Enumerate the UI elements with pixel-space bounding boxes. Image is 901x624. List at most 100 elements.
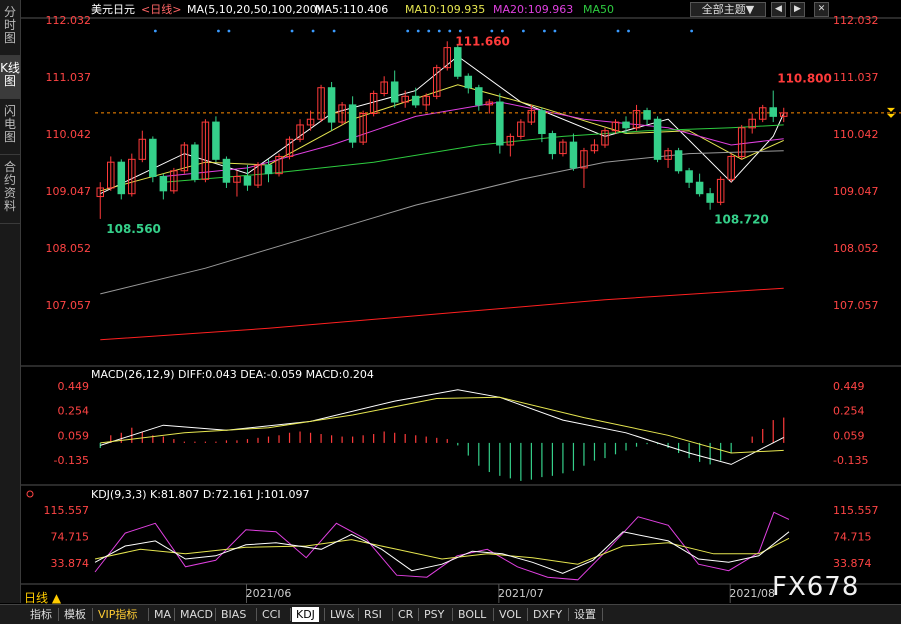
kdj-y-tick-left: 33.874 bbox=[51, 557, 90, 570]
indicator-tab-7[interactable]: KDJ bbox=[292, 607, 319, 622]
candle-body bbox=[411, 95, 420, 106]
candle-body bbox=[159, 176, 168, 192]
indicator-tab-13[interactable]: VOL bbox=[495, 607, 525, 622]
indicator-tab-12[interactable]: BOLL bbox=[454, 607, 490, 622]
kdj-panel bbox=[94, 511, 790, 581]
indicator-tabbar: 指标 模板 VIP指标 MA MACD BIAS CCI KDJ LW& RSI CR PSY BOLL… bbox=[0, 604, 901, 624]
indicator-tab-3[interactable]: MA bbox=[150, 607, 175, 622]
macd-diff-line bbox=[100, 389, 784, 465]
indicator-tab-11[interactable]: PSY bbox=[420, 607, 448, 622]
candle-body bbox=[390, 81, 399, 103]
close-button[interactable]: ✕ bbox=[814, 2, 829, 17]
candle-body bbox=[464, 75, 473, 89]
scroll-right-button[interactable]: ▶ bbox=[790, 2, 805, 17]
macd-y-tick-left: 0.449 bbox=[58, 380, 90, 393]
candle-body bbox=[348, 104, 357, 143]
kdj-settings-icon bbox=[26, 490, 34, 498]
macd-y-tick-right: 0.059 bbox=[833, 429, 865, 442]
macd-title: MACD(26,12,9) DIFF:0.043 DEA:-0.059 MACD… bbox=[91, 368, 374, 381]
side-tab-flash[interactable]: 闪电图 bbox=[0, 99, 20, 155]
indicator-tab-4[interactable]: MACD bbox=[176, 607, 217, 622]
ma-line-ma200 bbox=[100, 287, 784, 341]
candle-body bbox=[327, 87, 336, 123]
candle-body bbox=[212, 121, 220, 160]
tab-separator bbox=[418, 608, 419, 621]
signal-dot bbox=[311, 29, 315, 33]
candle-body bbox=[538, 110, 546, 135]
price-marker-icon bbox=[887, 113, 895, 118]
indicator-tab-2[interactable]: VIP指标 bbox=[94, 607, 141, 622]
macd-dea-line bbox=[100, 396, 784, 454]
macd-y-tick-right: 0.254 bbox=[833, 405, 865, 418]
candle-body bbox=[695, 181, 704, 195]
candle-body bbox=[653, 118, 662, 160]
indicator-tab-9[interactable]: RSI bbox=[360, 607, 386, 622]
signal-dot bbox=[448, 29, 452, 33]
side-tab-kline[interactable]: K线图 bbox=[0, 56, 20, 99]
candle-body bbox=[685, 170, 693, 183]
signal-dot bbox=[521, 29, 525, 33]
indicator-tab-10[interactable]: CR bbox=[394, 607, 417, 622]
indicator-tab-8[interactable]: LW& bbox=[326, 607, 359, 622]
y-tick-label-right: 107.057 bbox=[833, 299, 879, 312]
kdj-y-tick-right: 115.557 bbox=[833, 504, 879, 517]
tab-separator bbox=[452, 608, 453, 621]
extreme-price-label: 111.660 bbox=[455, 34, 510, 48]
tab-separator bbox=[602, 608, 603, 621]
signal-dot bbox=[416, 29, 420, 33]
macd-y-tick-left: -0.135 bbox=[54, 454, 89, 467]
y-tick-label-left: 109.047 bbox=[46, 185, 92, 198]
extreme-price-label: 108.560 bbox=[106, 222, 161, 236]
macd-y-tick-right: -0.135 bbox=[833, 454, 868, 467]
signal-dot bbox=[627, 29, 630, 33]
candle-body bbox=[117, 161, 126, 195]
signal-dot bbox=[427, 29, 431, 33]
signal-dot bbox=[406, 29, 410, 33]
tab-separator bbox=[92, 608, 93, 621]
side-tab-timeshare[interactable]: 分时图 bbox=[0, 0, 20, 56]
candle-body bbox=[475, 87, 483, 106]
tab-separator bbox=[493, 608, 494, 621]
header-period_tag: <日线> bbox=[141, 2, 181, 16]
signal-dot bbox=[490, 29, 494, 33]
candle-body bbox=[643, 110, 651, 120]
header-ma50: MA50 bbox=[583, 3, 614, 16]
signal-dot bbox=[553, 29, 557, 33]
indicator-tab-6[interactable]: CCI bbox=[258, 607, 285, 622]
indicator-tab-15[interactable]: 设置 bbox=[570, 607, 600, 622]
chart-grid bbox=[21, 17, 901, 603]
tab-separator bbox=[324, 608, 325, 621]
scroll-left-button[interactable]: ◀ bbox=[771, 2, 786, 17]
tab-separator bbox=[527, 608, 528, 621]
signal-dot bbox=[543, 29, 546, 33]
indicator-tab-14[interactable]: DXFY bbox=[529, 607, 566, 622]
header-ma_label: MA(5,10,20,50,100,200) bbox=[187, 3, 321, 16]
chart-canvas[interactable]: 美元日元 <日线> MA(5,10,20,50,100,200)MA5:110.40… bbox=[21, 0, 901, 603]
y-tick-label-right: 109.047 bbox=[833, 185, 879, 198]
side-tab-contract[interactable]: 合约资料 bbox=[0, 155, 20, 224]
macd-panel bbox=[99, 389, 785, 481]
x-tick-label: 2021/07 bbox=[498, 587, 544, 600]
candle-body bbox=[706, 193, 714, 203]
tab-separator bbox=[568, 608, 569, 621]
candle-body bbox=[191, 144, 199, 180]
y-tick-label-left: 112.032 bbox=[46, 14, 92, 27]
y-tick-label-left: 107.057 bbox=[46, 299, 92, 312]
y-tick-label-left: 110.042 bbox=[46, 128, 92, 141]
signal-dot bbox=[437, 29, 441, 33]
indicator-tab-5[interactable]: BIAS bbox=[217, 607, 250, 622]
candle-body bbox=[622, 121, 630, 129]
indicator-tab-1[interactable]: 模板 bbox=[60, 607, 90, 622]
macd-y-tick-right: 0.449 bbox=[833, 380, 865, 393]
signal-dot bbox=[616, 29, 620, 33]
tab-separator bbox=[58, 608, 59, 621]
signal-dot bbox=[690, 29, 694, 33]
theme-dropdown[interactable]: 全部主题▼ bbox=[690, 2, 766, 17]
indicator-tab-0[interactable]: 指标 bbox=[26, 607, 56, 622]
y-tick-label-left: 111.037 bbox=[46, 71, 92, 84]
watermark-logo: FX678 bbox=[772, 572, 860, 602]
macd-y-tick-left: 0.254 bbox=[58, 405, 90, 418]
ma-line-ma5 bbox=[100, 55, 785, 195]
signal-dot bbox=[290, 29, 294, 33]
candle-body bbox=[674, 150, 683, 172]
